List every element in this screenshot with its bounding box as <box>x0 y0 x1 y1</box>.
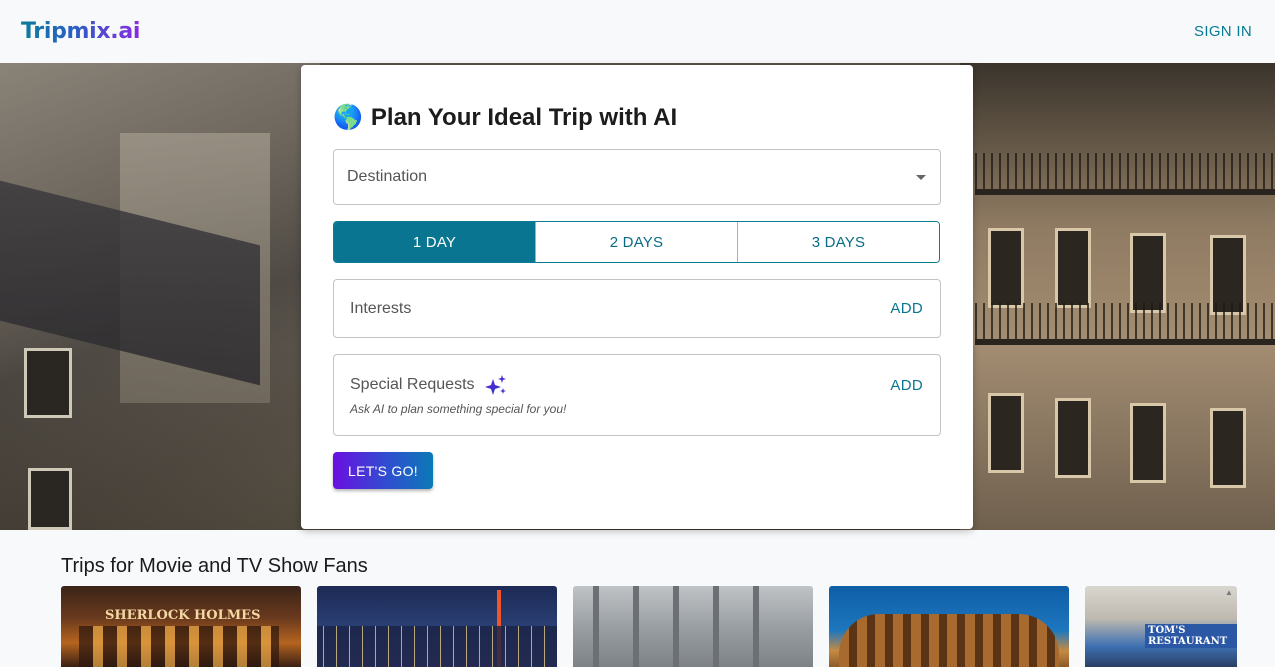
trip-planner-card: 🌎 Plan Your Ideal Trip with AI Destinati… <box>301 65 973 529</box>
trip-card-colosseum[interactable] <box>829 586 1069 667</box>
card-sign-text: SHERLOCK HOLMES <box>105 608 261 623</box>
sign-in-link[interactable]: SIGN IN <box>1194 23 1252 40</box>
add-special-request-button[interactable]: ADD <box>890 377 923 394</box>
lets-go-button[interactable]: LET'S GO! <box>333 452 433 489</box>
day-option-2[interactable]: 2 DAYS <box>536 222 738 262</box>
planner-title: 🌎 Plan Your Ideal Trip with AI <box>333 103 677 132</box>
trip-card-toms-restaurant[interactable]: TOM'S RESTAURANT <box>1085 586 1237 667</box>
trip-card-sherlock[interactable]: SHERLOCK HOLMES <box>61 586 301 667</box>
planner-title-text: Plan Your Ideal Trip with AI <box>370 103 678 131</box>
interests-label: Interests <box>350 299 412 317</box>
special-requests-field[interactable]: Special Requests ADD Ask AI to plan some… <box>333 354 941 436</box>
destination-label: Destination <box>347 168 428 185</box>
top-header: Tripmix.ai SIGN IN <box>0 0 1275 63</box>
sparkle-icon <box>484 375 506 395</box>
day-option-3[interactable]: 3 DAYS <box>738 222 939 262</box>
add-interests-button[interactable]: ADD <box>890 300 923 317</box>
interests-field[interactable]: Interests ADD <box>333 279 941 338</box>
card-sign-text: TOM'S RESTAURANT <box>1145 624 1237 648</box>
globe-icon: 🌎 <box>333 104 363 131</box>
chevron-down-icon <box>916 174 926 180</box>
hero-rooftops <box>0 63 320 530</box>
section-title: Trips for Movie and TV Show Fans <box>61 555 368 577</box>
hero-facade <box>960 63 1275 530</box>
destination-select[interactable]: Destination <box>333 149 941 205</box>
trip-card-tokyo[interactable] <box>317 586 557 667</box>
special-requests-hint: Ask AI to plan something special for you… <box>350 402 567 416</box>
scroll-up-arrow-icon[interactable]: ▲ <box>1224 589 1234 597</box>
day-option-1[interactable]: 1 DAY <box>334 222 536 262</box>
days-toggle-group: 1 DAY 2 DAYS 3 DAYS <box>333 221 940 263</box>
special-requests-label: Special Requests <box>350 376 475 393</box>
logo[interactable]: Tripmix.ai <box>21 19 140 44</box>
trip-card-bridge[interactable] <box>573 586 813 667</box>
